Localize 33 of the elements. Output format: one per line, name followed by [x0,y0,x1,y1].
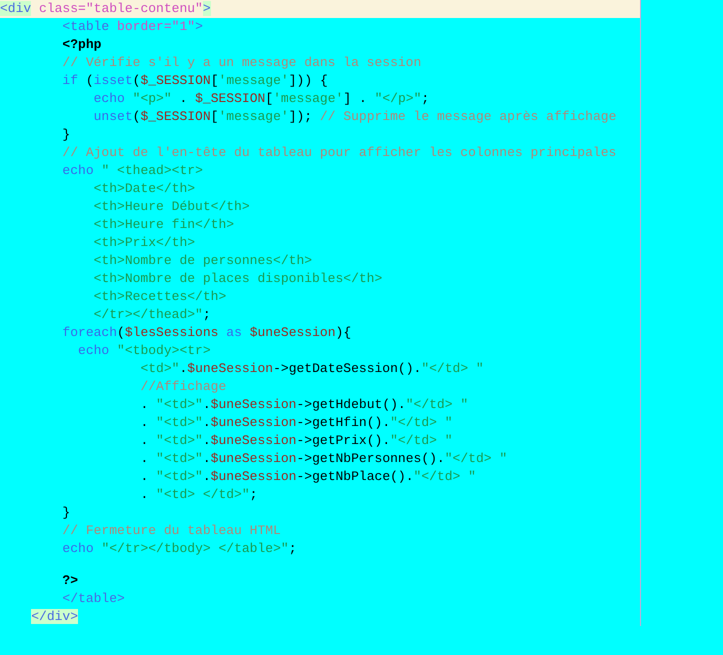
code-line: <th>Heure Début</th> [92,199,250,214]
code-line: // Fermeture du tableau HTML [61,523,281,538]
code-line: <div class="table-contenu"> [0,1,211,16]
code-line: . "<td>".$uneSession->getNbPlace()."</td> " [139,469,476,484]
code-line: <td>".$uneSession->getDateSession()."</td> " [139,361,484,376]
code-line: <th>Heure fin</th> [92,217,234,232]
code-line: <th>Nombre de personnes</th> [92,253,312,268]
code-line: </tr></thead>"; [92,307,211,322]
code-line: . "<td>".$uneSession->getHdebut()."</td> " [139,397,468,412]
code-line: . "<td>".$uneSession->getPrix()."</td> " [139,433,453,448]
code-line: <?php [61,37,102,52]
code-line: <th>Nombre de places disponibles</th> [92,271,382,286]
code-line: echo " <thead><tr> [61,163,203,178]
code-line: echo "</tr></tbody> </table>"; [61,541,296,556]
code-line: . "<td>".$uneSession->getHfin()."</td> " [139,415,453,430]
code-line: foreach($lesSessions as $uneSession){ [61,325,352,340]
code-line: // Ajout de l'en-tête du tableau pour afficher les colonnes principales [61,145,616,160]
code-line: <table border="1"> [61,19,203,34]
code-line: } [61,127,70,142]
code-line: // Vérifie s'il y a un message dans la session [61,55,422,70]
code-line: . "<td>".$uneSession->getNbPersonnes()."</td> " [139,451,508,466]
code-line: </table> [61,591,125,606]
code-line: if (isset($_SESSION['message'])) { [61,73,328,88]
code-line: . "<td> </td>"; [139,487,258,502]
code-line: <th>Prix</th> [92,235,196,250]
code-line: } [61,505,70,520]
code-line: echo "<tbody><tr> [77,343,211,358]
code-line: <th>Recettes</th> [92,289,226,304]
code-line: ?> [61,573,78,588]
code-line: <th>Date</th> [92,181,196,196]
code-line: echo "<p>" . $_SESSION['message'] . "</p>"; [92,91,430,106]
code-line: //Affichage [139,379,226,394]
code-line: unset($_SESSION['message']); // Supprime le message après affichage [92,109,616,124]
